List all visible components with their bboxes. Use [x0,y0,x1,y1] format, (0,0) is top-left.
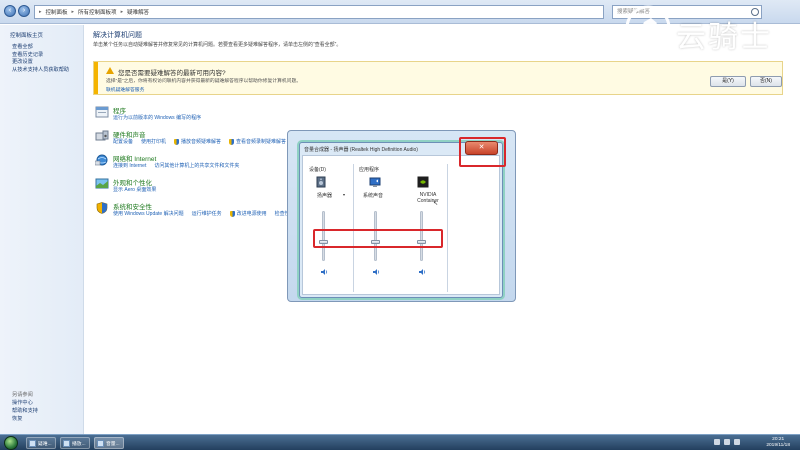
taskbar-item[interactable]: 音量... [94,437,124,449]
sidebar-item-get-help[interactable]: 从技术支持人员获取帮助 [12,67,69,75]
online-content-banner: 您是否需要疑难解答的最新可用内容? 选择“是”之后，你将有权访问联机内容并获得最… [93,61,783,95]
speaker-icon [97,439,104,447]
breadcrumb-control-panel[interactable]: 控制面板 [46,8,68,16]
system-security-icon [96,202,108,214]
sidebar-item-help-support[interactable]: 帮助和支持 [12,407,38,415]
category-link[interactable]: 使用 Windows Update 解决问题 [113,210,184,217]
speaker-device-icon [316,176,326,188]
clock-date: 2019/11/18 [766,443,790,448]
category-link[interactable]: 查看音频录制疑难解答 [236,138,286,145]
page-title: 解决计算机问题 [93,32,142,39]
hardware-sound-icon [95,130,109,141]
category-link[interactable]: 运行为以前版本的 Windows 编写的程序 [113,114,201,121]
watermark-text: 云骑士 [676,20,772,55]
category-link[interactable]: 显示 Aero 桌面效果 [113,186,156,193]
nvidia-icon [417,176,429,188]
shield-icon [174,138,180,145]
see-also-label: 另请参阅 [12,392,33,398]
banner-text: 选择“是”之后，你将有权访问联机内容并获得最新的疑难解答程序以帮助你修复计算机问… [106,79,302,84]
sidebar-home-link[interactable]: 控制面板主页 [10,31,43,39]
category-link[interactable]: 播放音频疑难解答 [181,138,221,145]
network-icon [95,154,108,166]
device-name[interactable]: 扬声器 [317,192,332,199]
sidebar-item-view-all[interactable]: 查看全部 [12,44,69,52]
sidebar-item-action-center[interactable]: 操作中心 [12,399,38,407]
category-link[interactable]: 连接到 Internet [113,162,146,169]
clock[interactable]: 20:21 2019/11/18 [766,437,790,449]
category-link[interactable]: 使用打印机 [141,138,166,145]
category-link[interactable]: 运行维护任务 [192,210,222,217]
sidebar-item-recovery[interactable]: 恢复 [12,415,38,423]
category-link[interactable]: 访问其他计算机上的共享文件和文件夹 [154,162,239,169]
flag-icon[interactable] [714,439,720,445]
sidebar-item-change-settings[interactable]: 更改设置 [12,59,69,67]
breadcrumb-troubleshooting[interactable]: 疑难解答 [127,8,149,16]
speaker-mute-icon[interactable] [321,269,328,275]
breadcrumb-all-items[interactable]: 所有控制面板项 [78,8,117,16]
app-name-nvidia: NVIDIA Container [417,192,439,204]
taskbar-item[interactable]: 播放... [60,437,90,449]
speaker-mute-icon[interactable] [373,269,380,275]
warning-icon [106,67,114,74]
mixer-title: 音量合成器 - 扬声器 (Realtek High Definition Aud… [304,147,418,153]
back-button[interactable]: ‹ [4,5,16,17]
no-button[interactable]: 否(N) [750,76,782,87]
start-button[interactable] [4,436,18,450]
page-description: 单击某个任务以自动疑难解答并修复常见的计算机问题。若要查看更多疑难解答程序，请单… [93,42,342,48]
speaker-mute-icon[interactable] [419,269,426,275]
system-tray [714,439,740,445]
taskbar-item[interactable]: 疑难... [26,437,56,449]
category-link[interactable]: 配置设备 [113,138,133,145]
address-bar[interactable]: ▸ 控制面板 ▸ 所有控制面板项 ▸ 疑难解答 [34,5,604,19]
close-button-highlight [459,137,506,167]
sidebar: 控制面板主页 查看全部 查看历史记录 更改设置 从技术支持人员获取帮助 另请参阅… [0,25,84,435]
watermark: 云骑士 [624,4,794,55]
shield-icon [229,210,235,217]
apps-header: 应用程序 [359,167,380,173]
banner-link[interactable]: 联机疑难解答服务 [106,86,144,93]
banner-title: 您是否需要疑难解答的最新可用内容? [118,70,226,77]
category-link[interactable]: 改进电源使用 [237,210,267,217]
mouse-cursor-icon: ↖ [433,201,439,207]
chevron-down-icon[interactable]: ▾ [343,192,345,197]
taskbar: 疑难... 播放... 音量... 20:21 2019/11/18 [0,434,800,450]
volume-tray-icon[interactable] [734,439,740,445]
mixer-body: 设备(D) 应用程序 扬声器 ▾ 系统声音 NVIDIA Container ↖ [302,155,500,295]
forward-button[interactable]: › [18,5,30,17]
knight-logo-icon [625,5,671,51]
system-sounds-icon [369,177,381,187]
sliders-highlight [313,229,443,248]
programs-icon [95,106,109,118]
window-icon [29,439,36,447]
folder-icon: ▸ [39,9,42,15]
device-header: 设备(D) [309,167,326,173]
shield-icon [229,138,235,145]
appearance-icon [95,178,109,189]
yes-button[interactable]: 是(Y) [710,76,746,87]
app-name-system-sounds: 系统声音 [363,193,384,199]
window-icon [63,439,70,447]
network-tray-icon[interactable] [724,439,730,445]
